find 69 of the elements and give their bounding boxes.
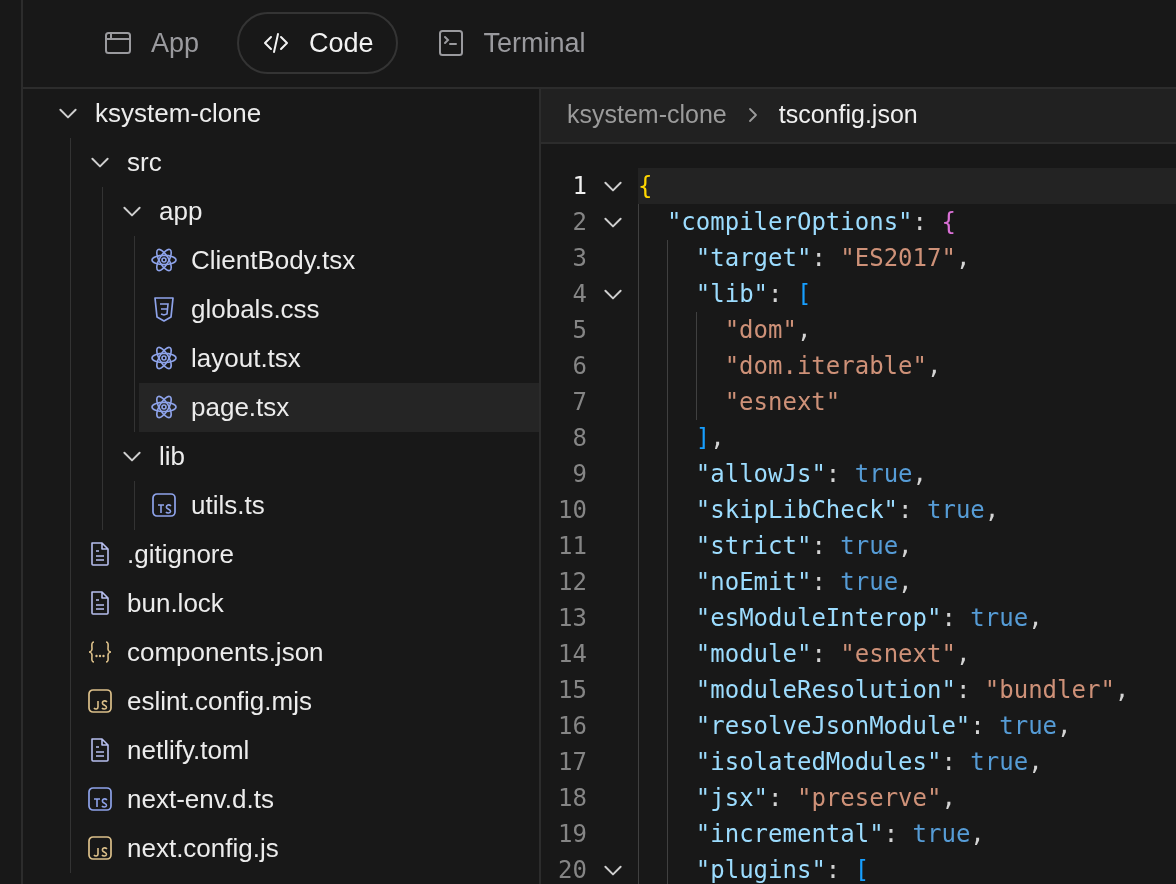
code-line: "jsx": "preserve", bbox=[695, 782, 957, 814]
line-number: 5 bbox=[571, 314, 587, 346]
code-line: "isolatedModules": true, bbox=[695, 746, 1044, 778]
bracket-glyph: [ bbox=[796, 279, 812, 308]
code-line: "dom", bbox=[724, 314, 813, 346]
code-line: "module": "esnext", bbox=[695, 638, 972, 670]
js-file-icon bbox=[86, 834, 114, 863]
code-line: "esnext" bbox=[724, 386, 842, 418]
folder-item[interactable]: lib bbox=[107, 431, 539, 481]
line-number: 16 bbox=[557, 710, 587, 742]
code-line: "plugins": [ bbox=[695, 854, 871, 884]
file-item[interactable]: globals.css bbox=[139, 284, 539, 334]
breadcrumb-item[interactable]: tsconfig.json bbox=[778, 96, 918, 134]
breadcrumb-item[interactable]: ksystem-clone bbox=[567, 96, 727, 134]
file-item[interactable]: bun.lock bbox=[75, 578, 539, 628]
code-line: "incremental": true, bbox=[695, 818, 986, 850]
bracket-glyph: ] bbox=[695, 423, 711, 452]
code-line: "strict": true, bbox=[695, 530, 914, 562]
code-line: "lib": [ bbox=[695, 278, 813, 310]
file-item[interactable]: utils.ts bbox=[139, 480, 539, 530]
folder-item[interactable]: ksystem-clone bbox=[43, 88, 539, 138]
code-line: "resolveJsonModule": true, bbox=[695, 710, 1073, 742]
code-line: "compilerOptions": { bbox=[666, 206, 957, 238]
line-number: 15 bbox=[557, 674, 587, 706]
code-line: "noEmit": true, bbox=[695, 566, 914, 598]
line-number: 7 bbox=[571, 386, 587, 418]
code-line: "target": "ES2017", bbox=[695, 242, 972, 274]
bracket-glyph: [ bbox=[854, 855, 870, 884]
file-item[interactable]: page.tsx bbox=[139, 382, 539, 432]
line-number: 1 bbox=[571, 170, 587, 202]
file-item[interactable]: .gitignore bbox=[75, 529, 539, 579]
folder-item[interactable]: src bbox=[75, 137, 539, 187]
folder-item[interactable]: app bbox=[107, 186, 539, 236]
file-item[interactable]: ClientBody.tsx bbox=[139, 235, 539, 285]
tab[interactable]: App bbox=[79, 12, 224, 75]
bracket-glyph: { bbox=[941, 207, 956, 236]
code-line: "moduleResolution": "bundler", bbox=[695, 674, 1131, 706]
line-number: 9 bbox=[571, 458, 587, 490]
line-number: 2 bbox=[571, 206, 587, 238]
line-number: 12 bbox=[557, 566, 587, 598]
js-file-icon bbox=[86, 687, 114, 716]
file-item[interactable]: next-env.d.ts bbox=[75, 774, 539, 824]
line-number: 13 bbox=[557, 602, 587, 634]
line-number: 6 bbox=[571, 350, 587, 382]
code-line: "skipLibCheck": true, bbox=[695, 494, 1001, 526]
code-line: "esModuleInterop": true, bbox=[695, 602, 1044, 634]
line-number: 3 bbox=[571, 242, 587, 274]
file-item[interactable]: components.json bbox=[75, 627, 539, 677]
tab[interactable]: Code bbox=[237, 12, 398, 75]
line-number: 20 bbox=[557, 854, 587, 884]
line-number: 4 bbox=[571, 278, 587, 310]
ts-file-icon bbox=[86, 785, 114, 814]
line-number: 10 bbox=[557, 494, 587, 526]
line-number: 8 bbox=[571, 422, 587, 454]
code-line: ], bbox=[695, 422, 726, 454]
line-number: 17 bbox=[557, 746, 587, 778]
file-item[interactable]: next.config.js bbox=[75, 823, 539, 873]
line-number: 14 bbox=[557, 638, 587, 670]
file-item[interactable]: eslint.config.mjs bbox=[75, 676, 539, 726]
tab[interactable]: Terminal bbox=[411, 12, 610, 75]
code-line: "dom.iterable", bbox=[724, 350, 943, 382]
line-number: 19 bbox=[557, 818, 587, 850]
ts-file-icon bbox=[150, 491, 178, 520]
line-number: 18 bbox=[557, 782, 587, 814]
file-item[interactable]: layout.tsx bbox=[139, 333, 539, 383]
line-number: 11 bbox=[557, 530, 587, 562]
file-item[interactable]: netlify.toml bbox=[75, 725, 539, 775]
code-line: "allowJs": true, bbox=[695, 458, 928, 490]
bracket-glyph: { bbox=[638, 171, 653, 200]
